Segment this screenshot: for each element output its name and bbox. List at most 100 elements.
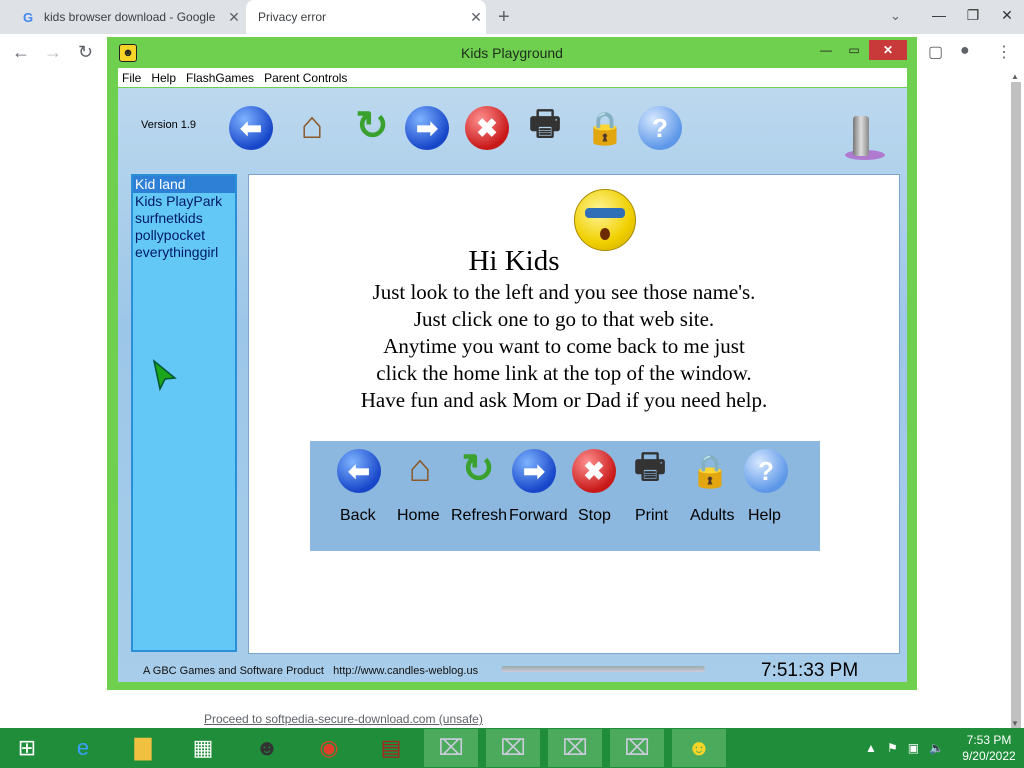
app-menu-bar: File Help FlashGames Parent Controls <box>118 68 907 87</box>
tab-search-chevron-icon[interactable]: ⌄ <box>890 8 901 24</box>
legend-label-stop: Stop <box>578 507 611 524</box>
forward-icon[interactable]: ➡ <box>405 106 449 150</box>
kids-playground-window: ☻ Kids Playground — ▭ ✕ File Help FlashG… <box>107 37 917 690</box>
menu-icon[interactable]: ⋮ <box>996 42 1012 62</box>
action-center-icon[interactable]: ⚑ <box>887 741 898 755</box>
site-item[interactable]: Kid land <box>133 176 235 193</box>
system-tray: ▲ ⚑ ▣ 🔈 7:53 PM 9/20/2022 <box>865 728 1024 768</box>
menu-parent-controls[interactable]: Parent Controls <box>264 71 347 85</box>
winrar-icon[interactable]: ▤ <box>364 729 418 767</box>
site-item[interactable]: surfnetkids <box>133 210 235 227</box>
button-legend-panel: ⬅ ⌂ ↻ ➡ ✖ 🖶 🔒 ? Back Home Refresh Forwar… <box>310 441 820 551</box>
tab-privacy-error[interactable]: Privacy error ✕ <box>246 0 486 34</box>
print-icon[interactable]: 🖶 <box>523 105 567 150</box>
app-close-icon[interactable]: ✕ <box>869 40 907 60</box>
mouth-icon <box>600 228 610 240</box>
installer-icon[interactable]: ⌧ <box>548 729 602 767</box>
store-icon[interactable]: ▦ <box>176 729 230 767</box>
clock-date: 9/20/2022 <box>962 749 1016 763</box>
browser-tab-strip: G kids browser download - Google ✕ Priva… <box>0 0 1024 34</box>
site-item[interactable]: Kids PlayPark <box>133 193 235 210</box>
close-window-icon[interactable]: ✕ <box>990 0 1024 34</box>
app-title-bar: ☻ Kids Playground — ▭ ✕ <box>107 37 917 69</box>
candle-icon <box>853 116 869 156</box>
chrome-icon[interactable]: ◉ <box>302 729 356 767</box>
installer-icon[interactable]: ⌧ <box>424 729 478 767</box>
credit-text: A GBC Games and Software Product http://… <box>143 665 478 677</box>
app-client-area: Version 1.9 ⬅ ⌂ ↻ ➡ ✖ 🖶 🔒 ? Kid land Kid… <box>118 88 907 682</box>
site-item[interactable]: pollypocket <box>133 227 235 244</box>
raccoon-app-icon[interactable]: ☻ <box>240 729 294 767</box>
version-label: Version 1.9 <box>141 119 197 131</box>
start-button-icon[interactable]: ⊞ <box>0 729 54 767</box>
stop-icon[interactable]: ✖ <box>465 106 509 150</box>
scroll-down-icon[interactable]: ▼ <box>1011 719 1019 728</box>
lock-icon: 🔒 <box>690 453 730 489</box>
refresh-icon: ↻ <box>461 447 495 491</box>
app-maximize-icon[interactable]: ▭ <box>841 40 867 60</box>
print-icon: 🖶 <box>633 447 667 486</box>
credit-label: A GBC Games and Software Product <box>143 665 324 677</box>
lock-icon[interactable]: 🔒 <box>583 106 627 150</box>
taskbar-clock[interactable]: 7:53 PM 9/20/2022 <box>954 732 1024 764</box>
home-icon: ⌂ <box>408 447 432 490</box>
network-icon[interactable]: ▣ <box>908 741 919 755</box>
back-arrow-icon[interactable]: ← <box>12 42 30 63</box>
refresh-icon[interactable]: ↻ <box>350 104 394 148</box>
minimize-window-icon[interactable]: — <box>922 0 956 34</box>
legend-label-help: Help <box>748 507 781 524</box>
app-clock: 7:51:33 PM <box>761 660 859 681</box>
help-icon[interactable]: ? <box>638 106 682 150</box>
legend-label-home: Home <box>397 507 440 524</box>
back-icon: ⬅ <box>337 449 381 493</box>
back-icon[interactable]: ⬅ <box>229 106 273 150</box>
menu-file[interactable]: File <box>122 71 141 85</box>
clock-time: 7:53 PM <box>966 733 1012 747</box>
kids-playground-taskbar-icon[interactable]: ☻ <box>672 729 726 767</box>
site-item[interactable]: everythinggirl <box>133 244 235 261</box>
instruction-line: Anytime you want to come back to me just <box>383 334 745 358</box>
stop-icon: ✖ <box>572 449 616 493</box>
website-url[interactable]: http://www.candles-weblog.us <box>333 665 478 677</box>
profile-icon[interactable]: ● <box>960 42 970 60</box>
instruction-line: Have fun and ask Mom or Dad if you need … <box>360 388 768 412</box>
tab-title: Privacy error <box>258 10 327 24</box>
loading-bar <box>501 666 705 672</box>
menu-flashgames[interactable]: FlashGames <box>186 71 254 85</box>
show-hidden-icons-icon[interactable]: ▲ <box>865 741 877 755</box>
instruction-line: click the home link at the top of the wi… <box>376 361 752 385</box>
scrollbar-thumb[interactable] <box>1011 82 1021 732</box>
legend-label-back: Back <box>340 507 376 524</box>
windows-taskbar: ⊞ e ▇ ▦ ☻ ◉ ▤ ⌧ ⌧ ⌧ ⌧ ☻ ▲ ⚑ ▣ 🔈 7:53 PM … <box>0 728 1024 768</box>
home-icon[interactable]: ⌂ <box>290 104 334 148</box>
proceed-unsafe-link[interactable]: Proceed to softpedia-secure-download.com… <box>204 712 483 726</box>
tab-kids-browser-download[interactable]: G kids browser download - Google ✕ <box>8 0 244 34</box>
restore-window-icon[interactable]: ❐ <box>956 0 990 34</box>
menu-help[interactable]: Help <box>151 71 176 85</box>
legend-label-forward: Forward <box>509 507 568 524</box>
installer-icon[interactable]: ⌧ <box>610 729 664 767</box>
reload-icon[interactable]: ↻ <box>78 42 93 63</box>
installer-icon[interactable]: ⌧ <box>486 729 540 767</box>
volume-icon[interactable]: 🔈 <box>929 741 944 755</box>
close-tab-icon[interactable]: ✕ <box>224 9 244 26</box>
side-panel-icon[interactable]: ▢ <box>928 42 943 62</box>
page-scrollbar[interactable]: ▲ ▼ <box>1008 70 1024 732</box>
file-explorer-icon[interactable]: ▇ <box>116 729 170 767</box>
legend-label-adults: Adults <box>690 507 735 524</box>
content-pane: Hi Kids Just look to the left and you se… <box>248 174 900 654</box>
sunglasses-icon <box>585 208 625 218</box>
app-minimize-icon[interactable]: — <box>813 40 839 60</box>
close-tab-icon[interactable]: ✕ <box>466 9 486 26</box>
instruction-line: Just click one to go to that web site. <box>413 307 715 331</box>
legend-label-print: Print <box>635 507 668 524</box>
instructions-text: Just look to the left and you see those … <box>249 279 879 414</box>
forward-icon: ➡ <box>512 449 556 493</box>
app-status-bar: A GBC Games and Software Product http://… <box>118 658 907 682</box>
scroll-up-icon[interactable]: ▲ <box>1011 72 1019 81</box>
new-tab-button[interactable]: + <box>498 6 510 29</box>
forward-arrow-icon[interactable]: → <box>44 42 62 63</box>
tab-title: kids browser download - Google <box>44 10 216 24</box>
legend-label-refresh: Refresh <box>451 507 508 524</box>
internet-explorer-icon[interactable]: e <box>56 729 110 767</box>
